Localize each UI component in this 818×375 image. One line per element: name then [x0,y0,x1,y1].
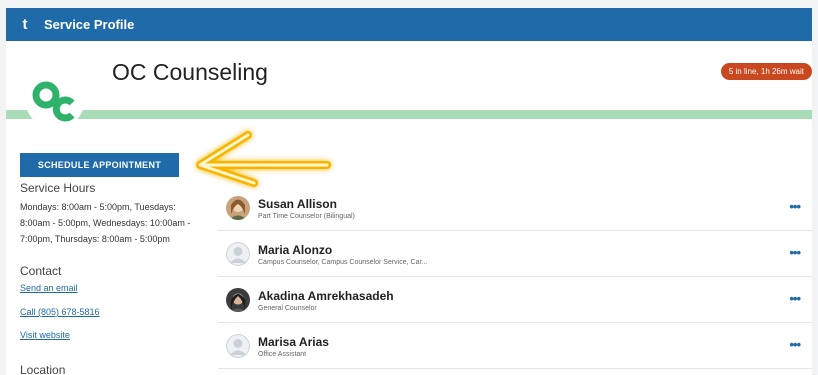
staff-row[interactable]: Susan Allison Part Time Counselor (Bilin… [218,185,812,231]
staff-name: Akadina Amrekhasadeh [258,289,394,303]
staff-role: Office Assistant [258,351,307,358]
location-heading: Location [20,363,66,375]
profile-header: OC Counseling 5 in line, 1h 26m wait [6,41,812,129]
page-title: OC Counseling [112,59,268,85]
service-hours-text: Mondays: 8:00am - 5:00pm, Tuesdays: 8:00… [20,199,210,247]
more-options-icon[interactable]: ••• [789,199,801,214]
header-green-band [6,110,812,119]
contact-heading: Contact [20,264,62,278]
service-hours-heading: Service Hours [20,181,96,195]
staff-role: Part Time Counselor (Bilingual) [258,213,355,220]
staff-row[interactable]: Akadina Amrekhasadeh General Counselor •… [218,277,812,323]
default-avatar [226,334,250,358]
staff-role: General Counselor [258,305,317,312]
photo-avatar [226,196,250,220]
staff-row[interactable]: Maria Alonzo Campus Counselor, Campus Co… [218,231,812,277]
more-options-icon[interactable]: ••• [789,337,801,352]
photo-avatar [226,288,250,312]
staff-name: Maria Alonzo [258,243,333,257]
oc-logo-icon [25,69,85,129]
more-options-icon[interactable]: ••• [789,245,801,260]
app-frame: t Service Profile OC Counseling 5 in lin… [6,8,812,375]
staff-name: Susan Allison [258,197,337,211]
hours-line: Mondays: 8:00am - 5:00pm, Tuesdays: [20,202,176,212]
hours-line: 8:00am - 5:00pm, Wednesdays: 10:00am - [20,218,191,228]
staff-row[interactable]: Marisa Arias Office Assistant ••• [218,323,812,369]
service-hours-section: Service Hours Mondays: 8:00am - 5:00pm, … [20,181,210,247]
top-bar-title: Service Profile [44,17,135,32]
app-logo-icon[interactable]: t [10,16,40,33]
call-phone-link[interactable]: Call (805) 678-5816 [20,307,100,317]
default-avatar [226,242,250,266]
send-email-link[interactable]: Send an email [20,283,78,293]
top-bar: t Service Profile [6,8,812,41]
schedule-appointment-button[interactable]: SCHEDULE APPOINTMENT [20,153,179,177]
staff-list: Susan Allison Part Time Counselor (Bilin… [218,185,812,369]
staff-role: Campus Counselor, Campus Counselor Servi… [258,259,428,266]
visit-website-link[interactable]: Visit website [20,330,70,340]
hours-line: 7:00pm, Thursdays: 8:00am - 5:00pm [20,234,170,244]
more-options-icon[interactable]: ••• [789,291,801,306]
wait-status-badge: 5 in line, 1h 26m wait [720,63,812,80]
staff-name: Marisa Arias [258,335,329,349]
